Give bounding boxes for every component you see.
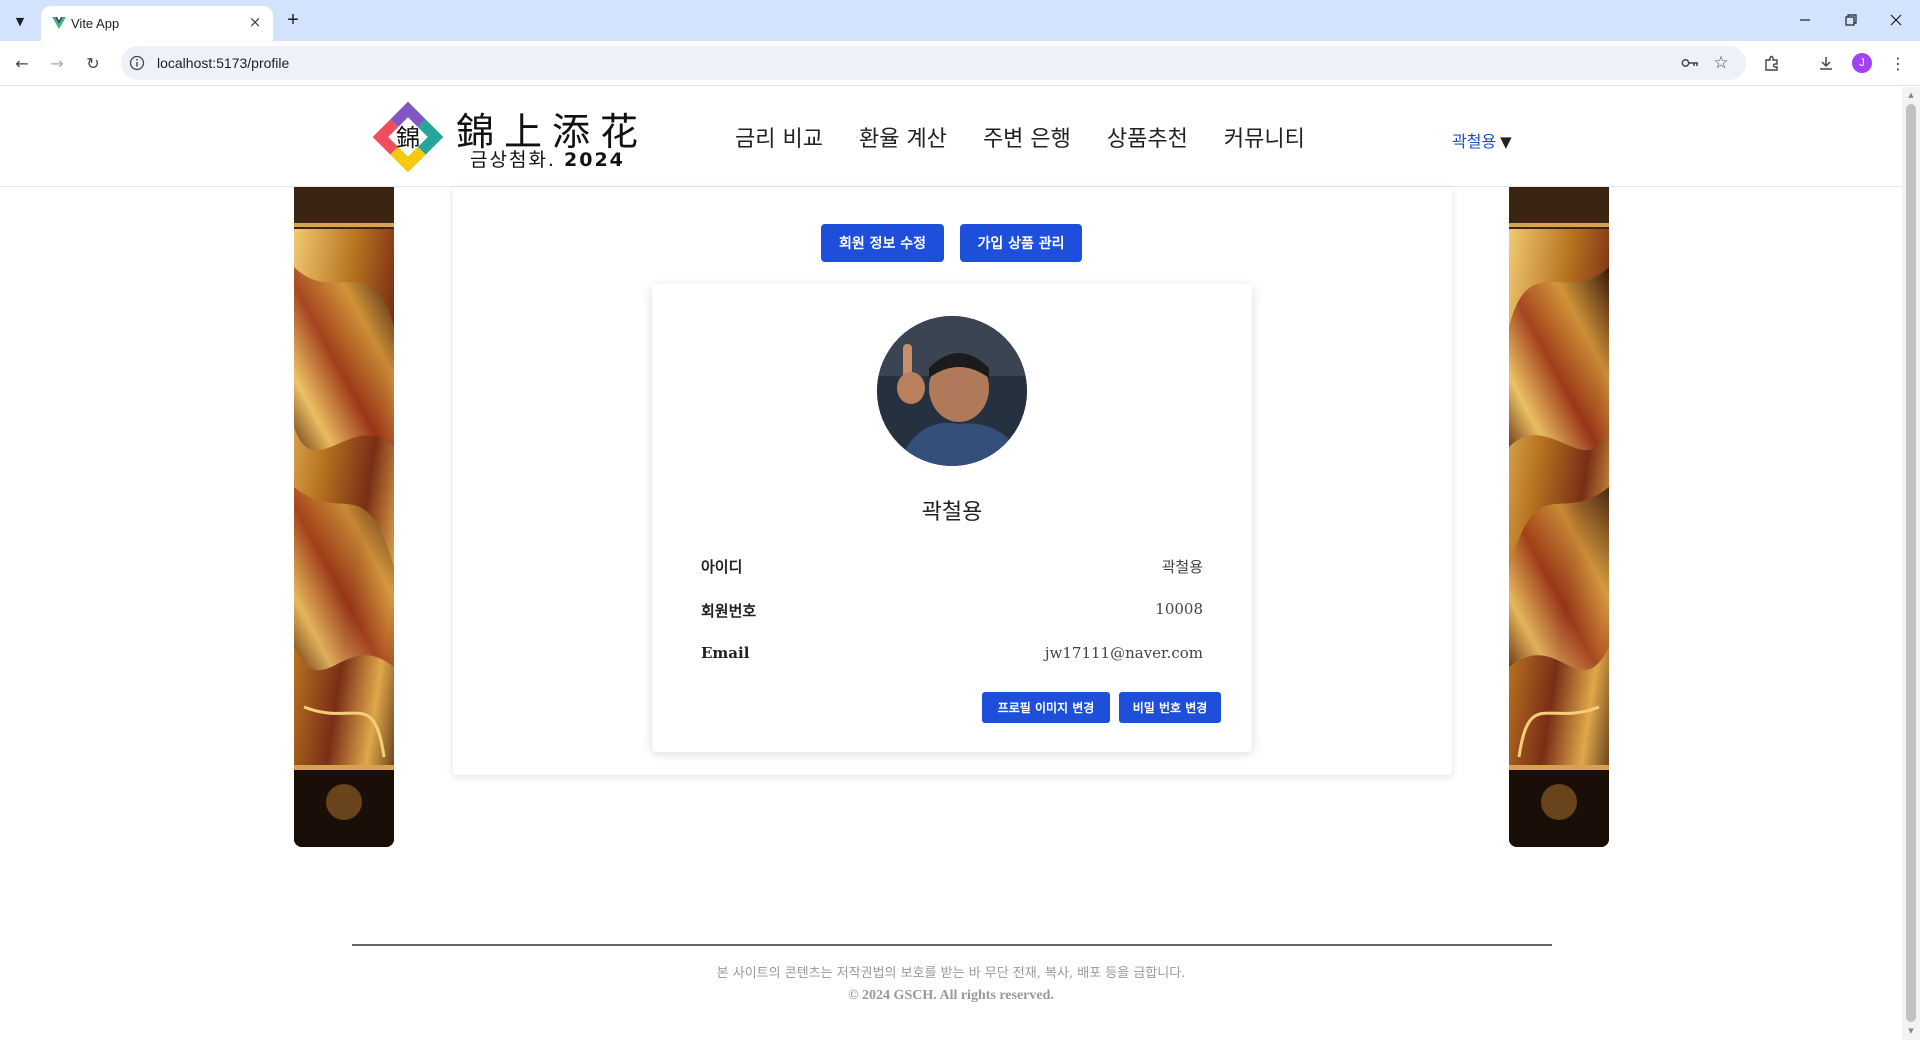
info-value: 10008	[1155, 600, 1203, 618]
footer-copyright: © 2024 GSCH. All rights reserved.	[848, 988, 1054, 1003]
nav-nearby-banks[interactable]: 주변 은행	[983, 121, 1071, 153]
browser-tab[interactable]: Vite App ×	[41, 6, 273, 41]
info-row-member-number: 회원번호 10008	[701, 600, 1203, 624]
change-password-button[interactable]: 비밀 번호 변경	[1119, 692, 1221, 723]
forward-arrow-icon[interactable]: →	[45, 51, 69, 75]
logo-year: 2024	[564, 149, 625, 171]
logo-diamond-icon[interactable]: 錦	[372, 101, 444, 173]
nav-exchange-rate[interactable]: 환율 계산	[859, 121, 947, 153]
scroll-down-icon[interactable]: ▼	[1906, 1026, 1916, 1036]
page-scrollbar[interactable]: ▲ ▼	[1902, 87, 1920, 1040]
side-banner-right	[1509, 187, 1609, 847]
nav-interest-rate[interactable]: 금리 비교	[735, 121, 823, 153]
scroll-up-icon[interactable]: ▲	[1906, 90, 1916, 100]
close-window-icon[interactable]	[1882, 8, 1910, 32]
info-label: 회원번호	[701, 602, 757, 620]
user-menu[interactable]: 곽철용 ▼	[1452, 128, 1512, 152]
bookmark-star-icon[interactable]: ☆	[1709, 51, 1733, 75]
profile-name: 곽철용	[921, 500, 983, 525]
nav-community[interactable]: 커뮤니티	[1224, 121, 1305, 153]
logo-subtitle-text: 금상첨화.	[470, 149, 556, 171]
extensions-icon[interactable]	[1760, 51, 1784, 75]
site-header: 錦 錦上添花 금상첨화. 2024 금리 비교 환율 계산 주변 은행 상품추천…	[0, 87, 1902, 187]
footer-notice: 본 사이트의 콘텐츠는 저작권법의 보호를 받는 바 무단 전재, 복사, 배포…	[716, 966, 1186, 981]
info-row-id: 아이디 곽철용	[701, 556, 1203, 580]
address-bar[interactable]: localhost:5173/profile ☆	[121, 46, 1746, 80]
caret-down-icon: ▼	[1500, 133, 1512, 151]
browser-profile-avatar[interactable]: J	[1852, 53, 1872, 73]
back-arrow-icon[interactable]: ←	[10, 51, 34, 75]
browser-toolbar: ← → ↻ localhost:5173/profile ☆ J ⋮	[0, 41, 1920, 86]
vite-favicon-icon	[52, 17, 66, 29]
info-row-email: Email jw17111@naver.com	[701, 644, 1203, 668]
main-nav: 금리 비교 환율 계산 주변 은행 상품추천 커뮤니티	[735, 121, 1305, 153]
url-text: localhost:5173/profile	[157, 55, 290, 71]
scrollbar-thumb[interactable]	[1906, 104, 1916, 1022]
browser-tabbar: ▼ Vite App × +	[0, 0, 1920, 41]
footer-divider	[352, 944, 1552, 946]
tab-search-chevron-icon[interactable]: ▼	[8, 9, 32, 33]
profile-container: 회원 정보 수정 가입 상품 관리 곽철용 아이디 곽철용 회원번호 10008…	[453, 187, 1452, 775]
info-value: 곽철용	[1161, 558, 1203, 576]
nav-recommendations[interactable]: 상품추천	[1107, 121, 1188, 153]
minimize-icon[interactable]	[1791, 8, 1819, 32]
change-profile-image-button[interactable]: 프로필 이미지 변경	[982, 692, 1110, 723]
profile-card: 곽철용 아이디 곽철용 회원번호 10008 Email jw17111@nav…	[652, 284, 1252, 752]
profile-avatar	[877, 316, 1027, 466]
tab-title: Vite App	[71, 16, 120, 31]
info-value: jw17111@naver.com	[1044, 644, 1203, 662]
profile-photo-image	[877, 316, 1027, 466]
ornate-gold-pattern-image	[294, 187, 394, 847]
side-banner-left	[294, 187, 394, 847]
svg-text:錦: 錦	[396, 124, 420, 152]
user-menu-name: 곽철용	[1452, 132, 1497, 151]
manage-products-button[interactable]: 가입 상품 관리	[960, 224, 1082, 262]
download-icon[interactable]	[1814, 51, 1838, 75]
info-label: Email	[701, 644, 750, 662]
more-menu-icon[interactable]: ⋮	[1886, 51, 1910, 75]
tab-close-icon[interactable]: ×	[245, 12, 265, 32]
ornate-gold-pattern-image	[1509, 187, 1609, 847]
restore-icon[interactable]	[1837, 8, 1865, 32]
page-viewport: 錦 錦上添花 금상첨화. 2024 금리 비교 환율 계산 주변 은행 상품추천…	[0, 87, 1920, 1040]
password-key-icon[interactable]	[1678, 51, 1702, 75]
new-tab-icon[interactable]: +	[281, 8, 305, 32]
reload-icon[interactable]: ↻	[81, 51, 105, 75]
edit-member-info-button[interactable]: 회원 정보 수정	[821, 224, 944, 262]
site-info-icon[interactable]	[129, 55, 145, 71]
logo-subtitle: 금상첨화. 2024	[470, 145, 625, 172]
info-label: 아이디	[701, 558, 743, 576]
